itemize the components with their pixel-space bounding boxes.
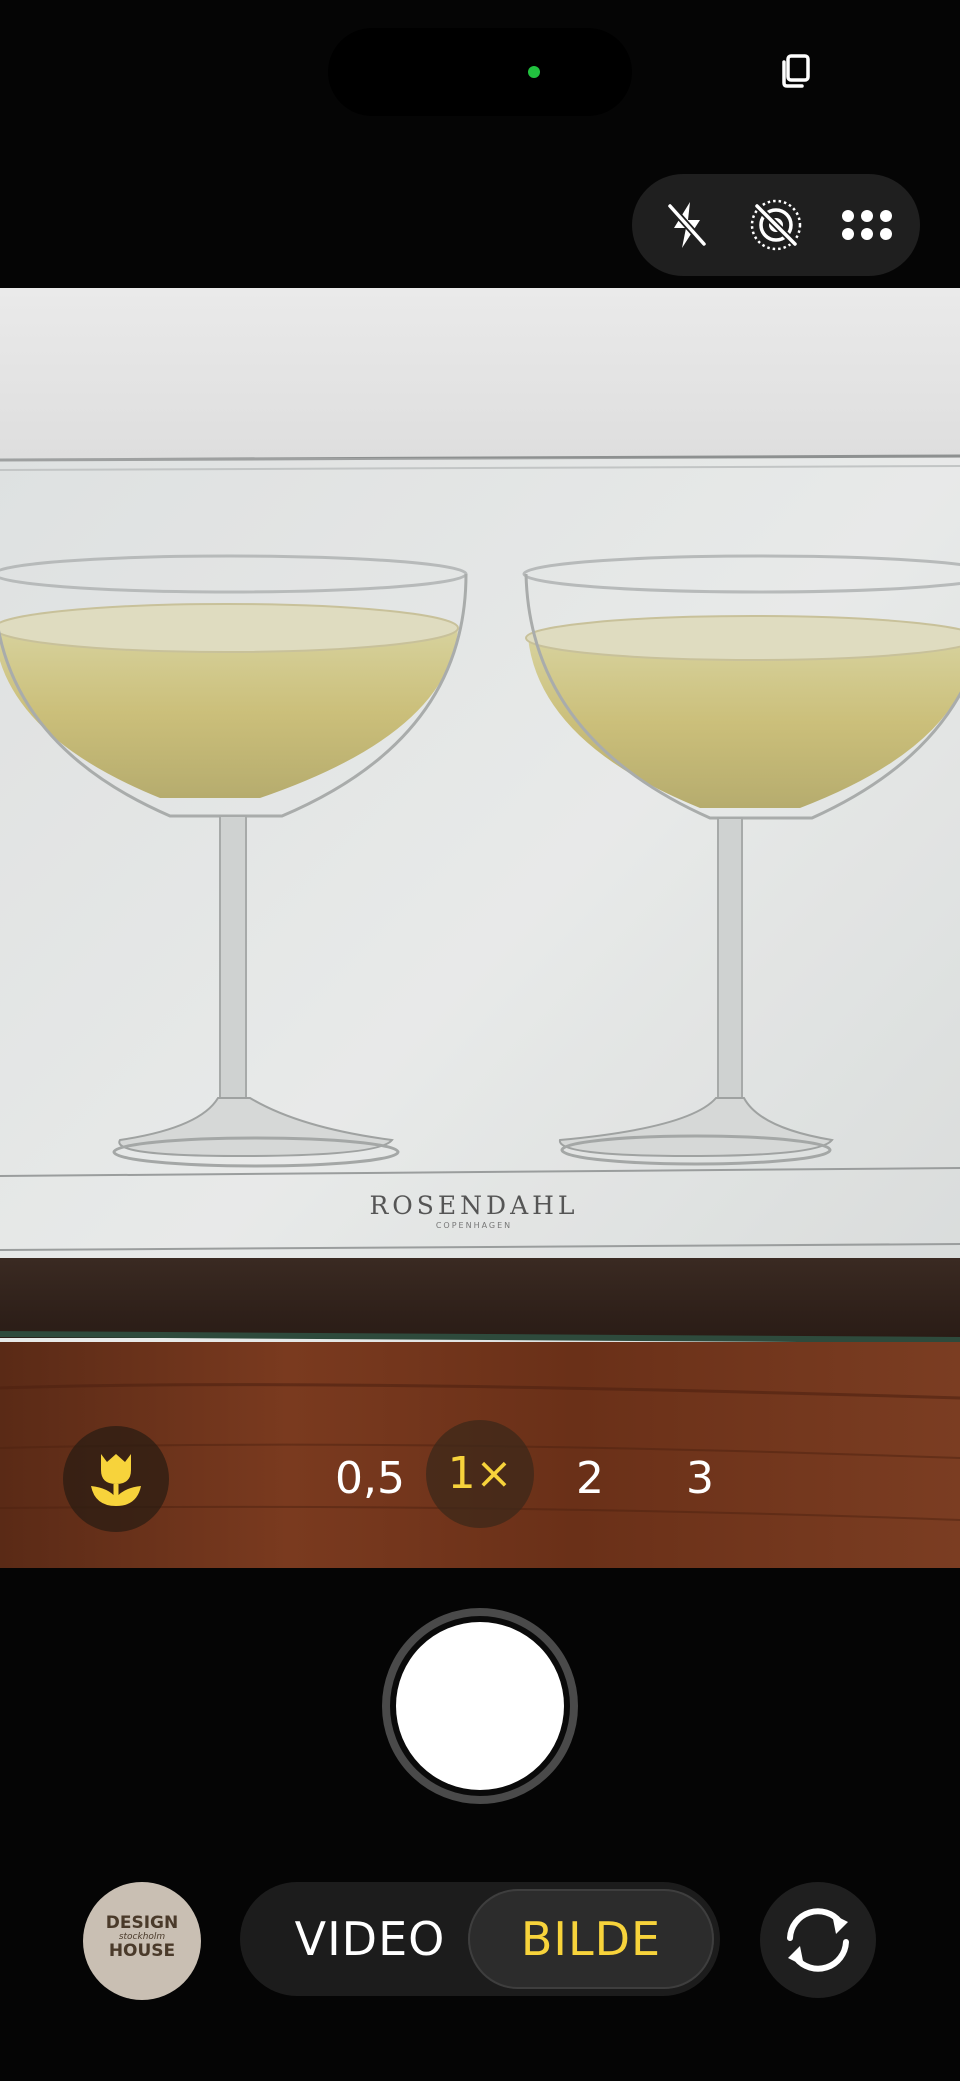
more-options-icon[interactable] xyxy=(838,196,896,254)
shutter-button-inner[interactable] xyxy=(396,1622,564,1790)
macro-toggle-button[interactable] xyxy=(63,1426,169,1532)
live-photo-off-icon[interactable] xyxy=(747,196,805,254)
mode-video[interactable]: VIDEO xyxy=(270,1882,470,1996)
zoom-option-0-5[interactable]: 0,5 xyxy=(322,1420,418,1538)
zoom-option-1x[interactable]: 1× xyxy=(426,1420,534,1528)
flash-off-icon[interactable] xyxy=(658,196,716,254)
macro-tulip-icon xyxy=(91,1454,141,1506)
zoom-option-2[interactable]: 2 xyxy=(560,1420,620,1538)
dynamic-island xyxy=(328,28,632,116)
thumbnail-text-3: HOUSE xyxy=(108,1941,176,1961)
brand-sublabel: COPENHAGEN xyxy=(436,1221,512,1230)
camera-flip-icon xyxy=(787,1908,849,1972)
mode-photo[interactable]: BILDE xyxy=(468,1882,714,1996)
brand-label: ROSENDAHL xyxy=(369,1191,578,1220)
camera-in-use-indicator xyxy=(528,66,540,78)
live-photo-stack-icon[interactable] xyxy=(774,50,816,92)
switch-camera-button[interactable] xyxy=(760,1882,876,1998)
zoom-option-3[interactable]: 3 xyxy=(670,1420,730,1538)
thumbnail-text-1: DESIGN xyxy=(105,1913,179,1933)
camera-viewfinder[interactable]: ROSENDAHL COPENHAGEN xyxy=(0,288,960,1568)
last-photo-thumbnail[interactable]: DESIGN stockholm HOUSE xyxy=(83,1882,201,2000)
